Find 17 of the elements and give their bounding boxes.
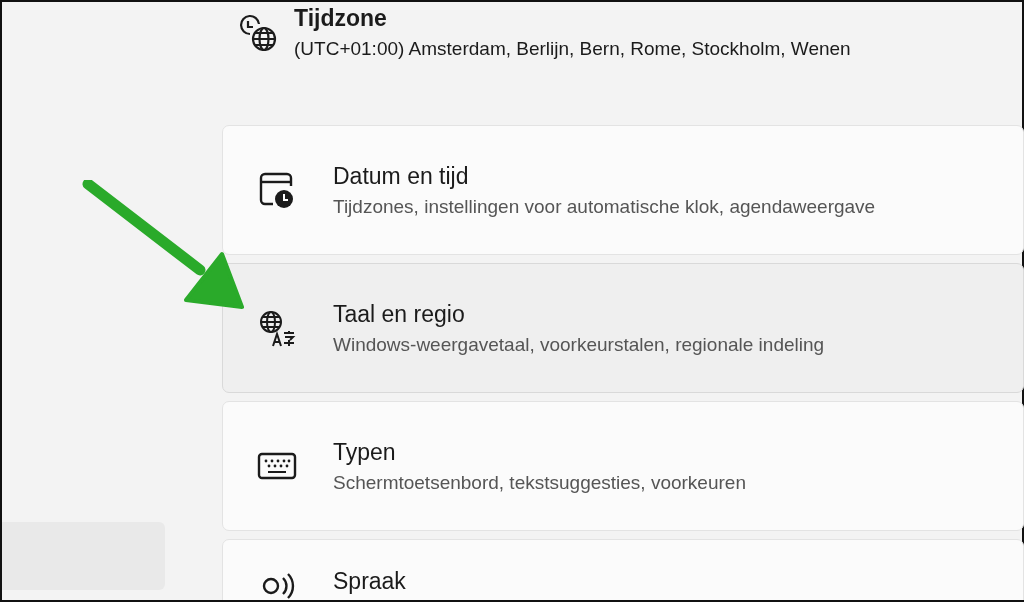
card-description: Windows-weergavetaal, voorkeurstalen, regionale indeling [333,332,825,357]
sidebar-item[interactable] [2,522,165,590]
card-title: Spraak [333,567,406,596]
settings-card[interactable]: Spraak [222,539,1024,600]
settings-card[interactable]: Typen Schermtoetsenbord, tekstsuggesties, voorkeuren [222,401,1024,531]
section-title: Tijdzone [294,4,388,32]
card-title: Typen [333,437,397,467]
settings-card[interactable]: Taal en regio Windows-weergavetaal, voorkeurstalen, regionale indeling [222,263,1024,393]
card-title: Taal en regio [333,299,466,329]
clock-globe-icon [238,14,278,54]
card-description: Tijdzones, instellingen voor automatische klok, agendaweergave [333,194,876,219]
settings-card[interactable]: Datum en tijd Tijdzones, instellingen voor automatische klok, agendaweergave [222,125,1024,255]
card-description: Schermtoetsenbord, tekstsuggesties, voorkeuren [333,470,746,495]
card-title: Datum en tijd [333,161,470,191]
time-zone-value: (UTC+01:00) Amsterdam, Berlijn, Bern, Rome, Stockholm, Wenen [294,37,851,61]
keyboard-icon [257,451,297,481]
language-icon [257,308,297,348]
